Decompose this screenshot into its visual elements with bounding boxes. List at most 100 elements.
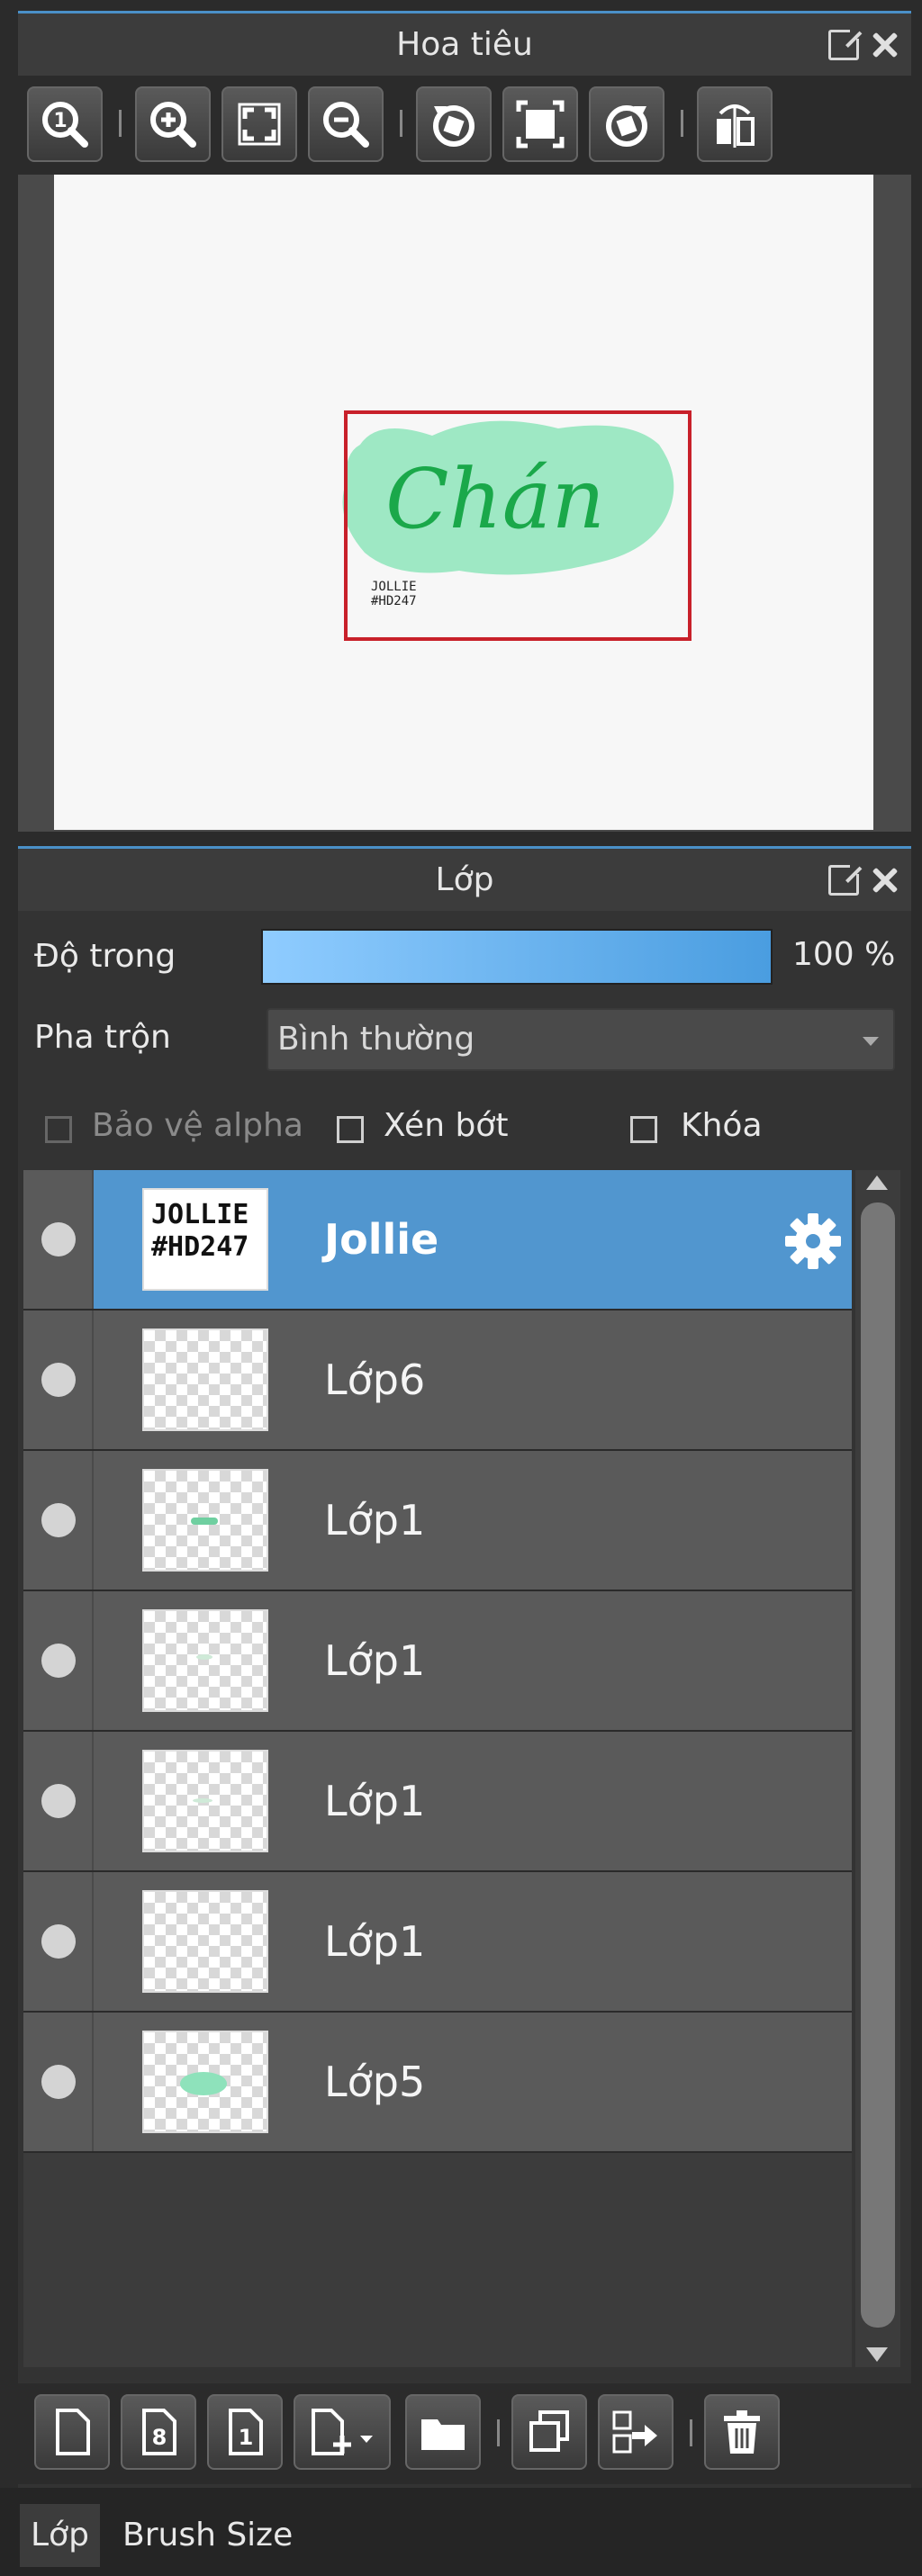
clipping-label: Xén bớt	[384, 1107, 509, 1144]
merge-down-icon	[612, 2410, 657, 2454]
new-folder-button[interactable]	[405, 2394, 481, 2470]
visibility-toggle[interactable]	[23, 1872, 94, 2011]
rotate-left-icon	[433, 105, 475, 147]
fit-canvas-button[interactable]	[502, 86, 578, 162]
toolbar-separator	[690, 2419, 692, 2446]
layer-row[interactable]: Lớp1	[23, 1591, 852, 1732]
clipping-checkbox[interactable]	[337, 1116, 364, 1143]
layer-row[interactable]: JOLLIE #HD247 Jollie	[23, 1170, 852, 1311]
thumbnail-text: #HD247	[151, 1231, 249, 1263]
layer-thumbnail	[142, 2031, 268, 2133]
layer-row[interactable]: Lớp6	[23, 1311, 852, 1451]
zoom-in-icon	[150, 102, 196, 148]
tab-brush-size[interactable]: Brush Size	[112, 2504, 303, 2567]
flip-button[interactable]	[697, 86, 773, 162]
detach-icon[interactable]	[828, 26, 863, 60]
protect-alpha-label: Bảo vệ alpha	[92, 1107, 303, 1144]
bottom-tab-bar: Lớp Brush Size	[0, 2488, 922, 2576]
rotate-left-button[interactable]	[416, 86, 492, 162]
gear-icon[interactable]	[782, 1210, 845, 1273]
navigator-title: Hoa tiêu	[396, 26, 533, 63]
rotate-right-button[interactable]	[589, 86, 664, 162]
blend-label: Pha trộn	[34, 1019, 171, 1056]
toolbar-separator	[681, 110, 683, 137]
zoom-out-icon	[323, 102, 369, 148]
visibility-icon	[41, 1363, 76, 1397]
visibility-icon	[41, 1222, 76, 1256]
layer-toolbar: 8 1	[18, 2383, 911, 2484]
new-1bit-layer-button[interactable]: 1	[207, 2394, 283, 2470]
toolbar-separator	[497, 2419, 500, 2446]
toolbar-separator	[119, 110, 122, 137]
new-layer-icon	[56, 2409, 90, 2455]
zoom-actual-button[interactable]: 1	[27, 86, 103, 162]
scroll-up-icon[interactable]	[866, 1175, 888, 1190]
visibility-icon	[41, 1924, 76, 1959]
close-icon[interactable]	[870, 865, 900, 896]
svg-text:8: 8	[152, 2425, 167, 2450]
add-layer-menu-icon	[312, 2409, 373, 2455]
detach-icon[interactable]	[828, 861, 863, 896]
lock-checkbox[interactable]	[630, 1116, 657, 1143]
new-folder-icon	[421, 2419, 465, 2450]
fit-canvas-icon	[516, 100, 565, 149]
layer-thumbnail: JOLLIE #HD247	[142, 1188, 268, 1291]
visibility-icon	[41, 1784, 76, 1818]
layer-thumbnail	[142, 1469, 268, 1572]
visibility-toggle[interactable]	[23, 1170, 94, 1309]
layer-list: JOLLIE #HD247 Jollie Lớp6 Lớp1 Lớp1 Lớp1…	[23, 1170, 852, 2367]
layers-header: Lớp	[18, 846, 911, 911]
layer-thumbnail	[142, 1329, 268, 1431]
layer-name: Lớp1	[324, 1636, 426, 1685]
visibility-toggle[interactable]	[23, 1732, 94, 1870]
protect-alpha-checkbox[interactable]	[45, 1116, 72, 1143]
zoom-out-button[interactable]	[308, 86, 384, 162]
opacity-slider[interactable]	[261, 929, 773, 985]
delete-layer-icon	[724, 2410, 760, 2454]
layer-row[interactable]: Lớp1	[23, 1872, 852, 2013]
new-8bit-layer-button[interactable]: 8	[121, 2394, 196, 2470]
fit-screen-button[interactable]	[221, 86, 297, 162]
visibility-toggle[interactable]	[23, 1591, 94, 1730]
zoom-actual-icon: 1	[42, 102, 88, 148]
new-8bit-layer-icon: 8	[142, 2409, 176, 2455]
layer-row[interactable]: Lớp1	[23, 1451, 852, 1591]
scroll-thumb[interactable]	[861, 1202, 895, 2328]
layer-thumbnail	[142, 1750, 268, 1852]
layer-scrollbar[interactable]	[855, 1170, 900, 2367]
layer-panel: Độ trong 100 % Pha trộn Bình thường Bảo …	[18, 911, 911, 2495]
layer-name: Jollie	[324, 1215, 439, 1264]
navigator-view[interactable]: Chán JOLLIE #HD247	[18, 175, 911, 832]
layer-thumbnail	[142, 1609, 268, 1712]
blend-mode-select[interactable]: Bình thường	[267, 1008, 895, 1071]
thumbnail-stroke	[191, 1518, 218, 1525]
new-1bit-layer-icon: 1	[229, 2409, 263, 2455]
flip-icon	[717, 104, 755, 148]
visibility-icon	[41, 1503, 76, 1537]
visibility-toggle[interactable]	[23, 1311, 94, 1449]
visibility-toggle[interactable]	[23, 2013, 94, 2151]
chevron-down-icon	[863, 1037, 879, 1046]
visibility-icon	[41, 1644, 76, 1678]
layer-row[interactable]: Lớp1	[23, 1732, 852, 1872]
duplicate-layer-button[interactable]	[511, 2394, 587, 2470]
visibility-icon	[41, 2065, 76, 2099]
visibility-toggle[interactable]	[23, 1451, 94, 1590]
viewport-rectangle[interactable]	[344, 410, 692, 641]
svg-text:1: 1	[239, 2425, 254, 2450]
duplicate-layer-icon	[529, 2410, 569, 2452]
zoom-in-button[interactable]	[135, 86, 211, 162]
layer-row[interactable]: Lớp5	[23, 2013, 852, 2153]
close-icon[interactable]	[870, 30, 900, 60]
add-layer-menu-button[interactable]	[294, 2394, 391, 2470]
new-layer-button[interactable]	[34, 2394, 110, 2470]
canvas-preview[interactable]: Chán JOLLIE #HD247	[54, 175, 873, 830]
scroll-down-icon[interactable]	[866, 2347, 888, 2362]
tab-layers[interactable]: Lớp	[20, 2504, 100, 2567]
thumbnail-text: JOLLIE	[151, 1199, 249, 1230]
merge-down-button[interactable]	[598, 2394, 673, 2470]
navigator-header: Hoa tiêu	[18, 11, 911, 76]
layer-thumbnail	[142, 1890, 268, 1993]
thumbnail-stroke	[193, 1798, 212, 1803]
delete-layer-button[interactable]	[704, 2394, 780, 2470]
